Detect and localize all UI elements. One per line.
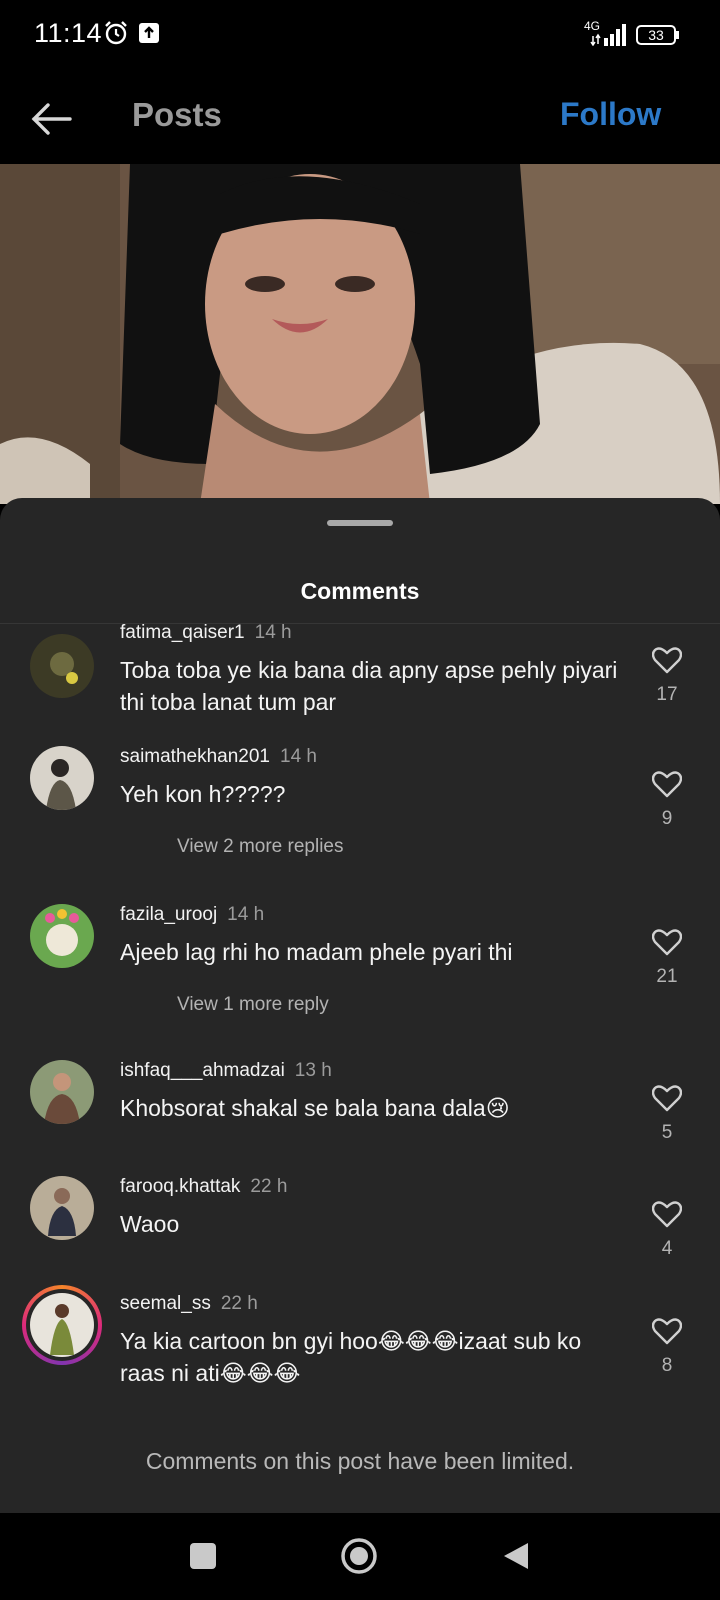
post-photo-image bbox=[0, 164, 720, 504]
avatar[interactable] bbox=[30, 746, 94, 810]
arrow-left-icon[interactable] bbox=[28, 96, 74, 142]
view-replies-link[interactable]: View 1 more reply bbox=[177, 994, 329, 1016]
comment-text: Ajeeb lag rhi ho madam phele pyari thi bbox=[120, 939, 513, 965]
comment-username[interactable]: seemal_ss 22 h bbox=[120, 1293, 258, 1315]
comment-text: Yeh kon h????? bbox=[120, 781, 286, 807]
app-header: Posts Follow bbox=[0, 72, 720, 164]
like-count: 5 bbox=[661, 1122, 673, 1143]
comments-limited-notice: Comments on this post have been limited. bbox=[145, 1448, 575, 1474]
avatar[interactable] bbox=[30, 634, 94, 698]
follow-button[interactable]: Follow bbox=[560, 96, 661, 133]
heart-outline-icon[interactable] bbox=[652, 1317, 682, 1345]
view-replies-link[interactable]: View 2 more replies bbox=[177, 836, 344, 858]
recent-apps-button[interactable] bbox=[190, 1543, 216, 1569]
comment-text: Toba toba ye kia bana dia apny apse pehl… bbox=[120, 657, 618, 715]
comment-username[interactable]: fazila_urooj 14 h bbox=[120, 904, 264, 926]
status-bar: 11:14 4G 33 bbox=[0, 0, 720, 72]
alarm-clock-icon bbox=[105, 21, 127, 45]
heart-outline-icon[interactable] bbox=[652, 646, 682, 674]
post-photo[interactable] bbox=[0, 164, 720, 504]
status-time: 11:14 bbox=[34, 18, 103, 48]
comment-text: Ya kia cartoon bn gyi hoo😂😂😂izaat sub ko… bbox=[120, 1328, 582, 1386]
heart-outline-icon[interactable] bbox=[652, 928, 682, 956]
comment-username[interactable]: farooq.khattak 22 h bbox=[120, 1176, 287, 1198]
sheet-drag-handle[interactable] bbox=[327, 520, 393, 526]
sheet-title: Comments bbox=[300, 578, 420, 604]
heart-outline-icon[interactable] bbox=[652, 770, 682, 798]
battery-level: 33 bbox=[648, 27, 664, 43]
comment-text: Waoo bbox=[120, 1211, 180, 1237]
like-count: 4 bbox=[661, 1238, 673, 1259]
system-nav-bar bbox=[0, 1513, 720, 1600]
system-back-icon[interactable] bbox=[502, 1541, 530, 1571]
cell-signal-icon bbox=[590, 24, 626, 46]
divider bbox=[0, 623, 720, 624]
upload-icon bbox=[139, 23, 159, 43]
like-count: 9 bbox=[661, 808, 673, 829]
like-count: 21 bbox=[656, 966, 678, 987]
comment-username[interactable]: ishfaq___ahmadzai 13 h bbox=[120, 1060, 332, 1082]
comment-text: Khobsorat shakal se bala bana dala😢 bbox=[120, 1095, 510, 1121]
like-count: 8 bbox=[661, 1355, 673, 1376]
home-button-icon[interactable] bbox=[340, 1537, 378, 1575]
comment-username[interactable]: fatima_qaiser1 14 h bbox=[120, 622, 292, 644]
heart-outline-icon[interactable] bbox=[652, 1084, 682, 1112]
page-title: Posts bbox=[132, 96, 222, 133]
avatar[interactable] bbox=[30, 1176, 94, 1240]
like-count: 17 bbox=[656, 684, 678, 705]
story-ring[interactable] bbox=[22, 1285, 102, 1365]
comments-sheet: Comments fatima_qaiser1 14 h Toba toba ye… bbox=[0, 498, 720, 1513]
avatar[interactable] bbox=[30, 1293, 94, 1357]
avatar[interactable] bbox=[30, 1060, 94, 1124]
heart-outline-icon[interactable] bbox=[652, 1200, 682, 1228]
avatar[interactable] bbox=[30, 904, 94, 968]
comment-username[interactable]: saimathekhan201 14 h bbox=[120, 746, 317, 768]
